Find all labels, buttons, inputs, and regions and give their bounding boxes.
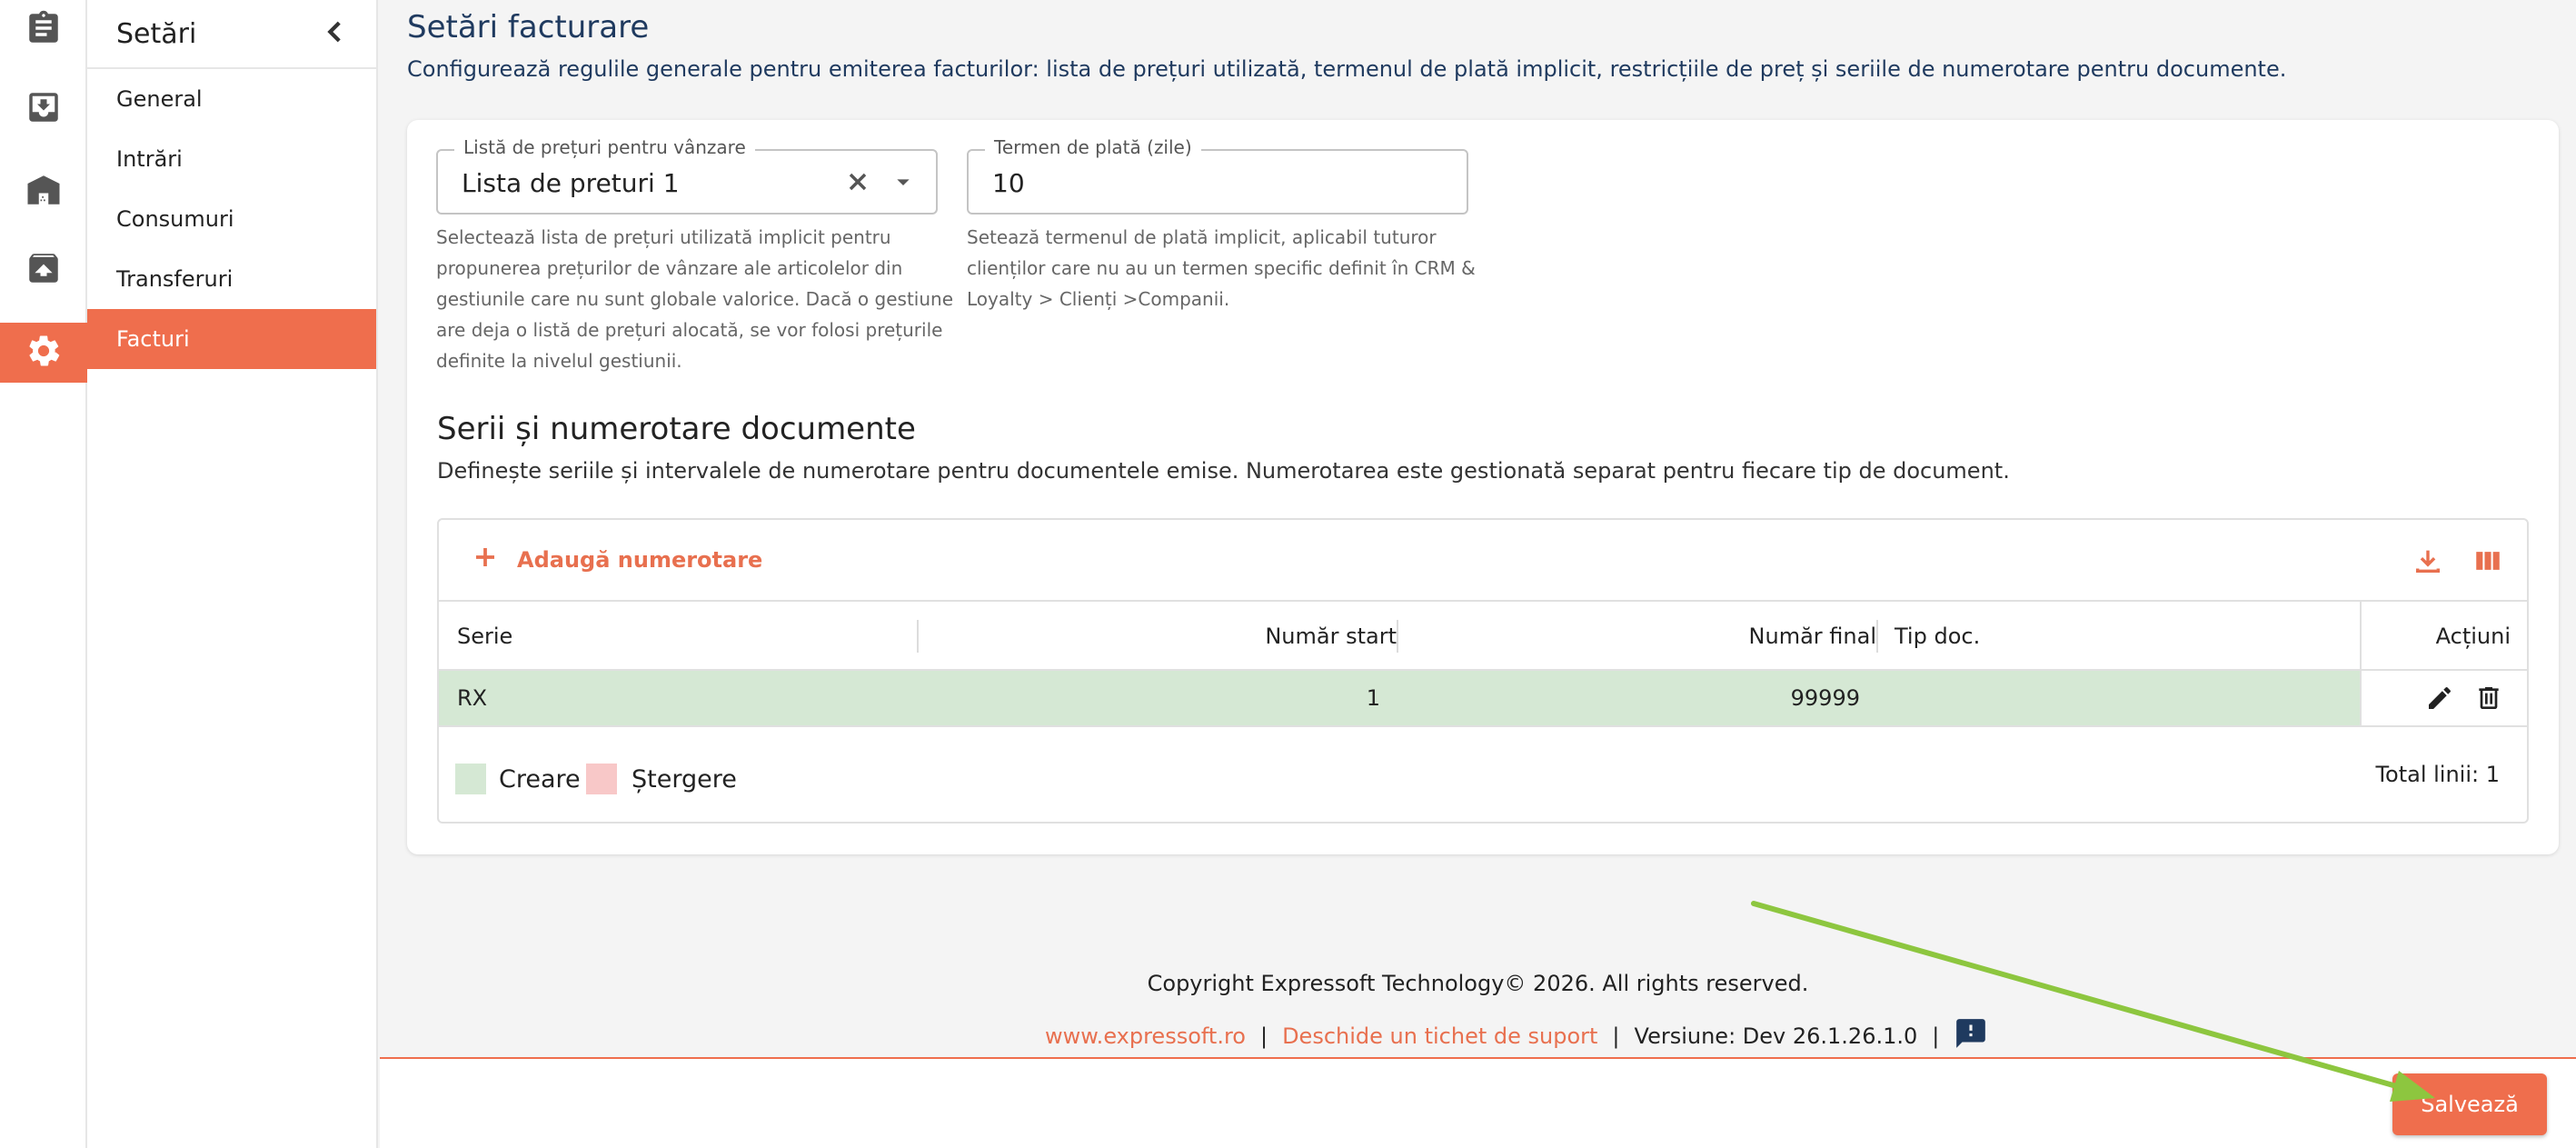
numbering-grid: Adaugă numerotare Serie Număr start Numă… bbox=[437, 518, 2529, 824]
helper-line: Selectează lista de prețuri utilizată im… bbox=[436, 226, 891, 248]
column-header-final[interactable]: Număr final bbox=[1411, 602, 1876, 671]
helper-line: propunerea prețurilor de vânzare ale art… bbox=[436, 257, 903, 279]
column-separator[interactable] bbox=[1876, 620, 1878, 653]
rail-warehouse[interactable] bbox=[0, 162, 87, 222]
download-icon[interactable] bbox=[2412, 545, 2443, 580]
settings-sidebar: Setări General Intrări Consumuri Transfe… bbox=[87, 0, 378, 1148]
inbox-import-icon bbox=[25, 88, 63, 130]
payment-term-input[interactable]: Termen de plată (zile) 10 bbox=[967, 136, 1468, 215]
page-description: Configurează regulile generale pentru em… bbox=[407, 56, 2287, 82]
plus-icon bbox=[472, 544, 499, 576]
grid-footer: Creare Ștergere Total linii: 1 bbox=[439, 727, 2527, 824]
support-ticket-link[interactable]: Deschide un tichet de suport bbox=[1282, 1023, 1597, 1049]
archive-upload-icon bbox=[25, 249, 63, 291]
edit-icon[interactable] bbox=[2425, 684, 2454, 718]
rail-archive[interactable] bbox=[0, 240, 87, 300]
feedback-icon[interactable] bbox=[1954, 1016, 1988, 1056]
sidebar-item-general[interactable]: General bbox=[87, 69, 376, 129]
icon-rail bbox=[0, 0, 87, 1148]
helper-line: are deja o listă de prețuri alocată, se … bbox=[436, 319, 943, 341]
column-header-actions: Acțiuni bbox=[2435, 624, 2511, 649]
row-created-highlight bbox=[439, 671, 2360, 725]
payment-term-value: 10 bbox=[992, 168, 1025, 198]
helper-line: clienților care nu au un termen specific… bbox=[967, 257, 1476, 279]
chevron-left-icon[interactable] bbox=[320, 16, 351, 51]
cell-start: 1 bbox=[1366, 685, 1380, 711]
rail-import[interactable] bbox=[0, 79, 87, 139]
clipboard-icon bbox=[25, 9, 63, 51]
chevron-down-icon[interactable] bbox=[889, 167, 918, 200]
helper-line: Loyalty > Clienți >Companii. bbox=[967, 288, 1230, 310]
row-actions bbox=[2360, 671, 2531, 725]
website-link[interactable]: www.expressoft.ro bbox=[1045, 1023, 1246, 1049]
price-list-select[interactable]: Listă de prețuri pentru vânzare Lista de… bbox=[436, 136, 938, 215]
sidebar-item-facturi[interactable]: Facturi bbox=[87, 309, 376, 369]
legend-delete-label: Ștergere bbox=[632, 765, 737, 794]
warehouse-icon bbox=[25, 171, 63, 213]
price-list-helper: Selectează lista de prețuri utilizată im… bbox=[436, 222, 954, 376]
rail-settings[interactable] bbox=[0, 323, 87, 383]
columns-icon[interactable] bbox=[2472, 545, 2503, 580]
price-list-label: Listă de prețuri pentru vânzare bbox=[454, 136, 755, 158]
bottom-action-bar bbox=[380, 1059, 2576, 1148]
column-header-serie[interactable]: Serie bbox=[457, 602, 512, 671]
trash-icon[interactable] bbox=[2474, 684, 2503, 718]
sidebar-item-transferuri[interactable]: Transferuri bbox=[87, 249, 376, 309]
grid-toolbar: Adaugă numerotare bbox=[439, 520, 2527, 602]
footer-separator: | bbox=[1259, 1023, 1268, 1049]
price-list-value: Lista de preturi 1 bbox=[462, 168, 680, 198]
column-separator[interactable] bbox=[1397, 620, 1398, 653]
column-separator[interactable] bbox=[917, 620, 919, 653]
sidebar-title: Setări bbox=[116, 17, 197, 50]
footer-links: www.expressoft.ro | Deschide un tichet d… bbox=[1045, 1016, 1988, 1056]
settings-card: Listă de prețuri pentru vânzare Lista de… bbox=[407, 120, 2559, 854]
add-numbering-label: Adaugă numerotare bbox=[517, 547, 763, 573]
cell-final: 99999 bbox=[1790, 685, 1860, 711]
footer-separator: | bbox=[1612, 1023, 1620, 1049]
legend-create-label: Creare bbox=[499, 765, 581, 794]
grid-header-row: Serie Număr start Număr final Tip doc. A… bbox=[439, 602, 2527, 671]
total-rows: Total linii: 1 bbox=[2375, 762, 2500, 787]
legend-create-swatch bbox=[455, 764, 486, 794]
payment-term-label: Termen de plată (zile) bbox=[985, 136, 1201, 158]
add-numbering-button[interactable]: Adaugă numerotare bbox=[472, 544, 762, 576]
helper-line: definite la nivelul gestiunii. bbox=[436, 350, 682, 372]
rail-documents[interactable] bbox=[0, 0, 87, 60]
column-header-start[interactable]: Număr start bbox=[930, 602, 1397, 671]
numbering-description: Definește seriile și intervalele de nume… bbox=[437, 458, 2010, 484]
sidebar-item-intrari[interactable]: Intrări bbox=[87, 129, 376, 189]
save-button[interactable]: Salvează bbox=[2392, 1073, 2547, 1135]
payment-term-helper: Setează termenul de plată implicit, apli… bbox=[967, 222, 1485, 314]
sidebar-item-consumuri[interactable]: Consumuri bbox=[87, 189, 376, 249]
version-text: Versiune: Dev 26.1.26.1.0 bbox=[1634, 1023, 1918, 1049]
cell-serie: RX bbox=[457, 685, 488, 711]
page-title: Setări facturare bbox=[407, 9, 650, 45]
close-icon[interactable] bbox=[843, 167, 872, 200]
column-header-tip[interactable]: Tip doc. bbox=[1895, 602, 1980, 671]
copyright-text: Copyright Expressoft Technology© 2026. A… bbox=[1147, 971, 1809, 996]
legend-delete-swatch bbox=[586, 764, 617, 794]
numbering-title: Serii și numerotare documente bbox=[437, 411, 916, 447]
table-row[interactable]: RX 1 99999 bbox=[439, 671, 2527, 727]
helper-line: gestiunile care nu sunt globale valorice… bbox=[436, 288, 953, 310]
helper-line: Setează termenul de plată implicit, apli… bbox=[967, 226, 1437, 248]
main-content: Setări facturare Configurează regulile g… bbox=[380, 0, 2576, 1148]
gear-icon bbox=[25, 332, 63, 374]
sidebar-header: Setări bbox=[87, 0, 376, 69]
footer-separator: | bbox=[1932, 1023, 1940, 1049]
